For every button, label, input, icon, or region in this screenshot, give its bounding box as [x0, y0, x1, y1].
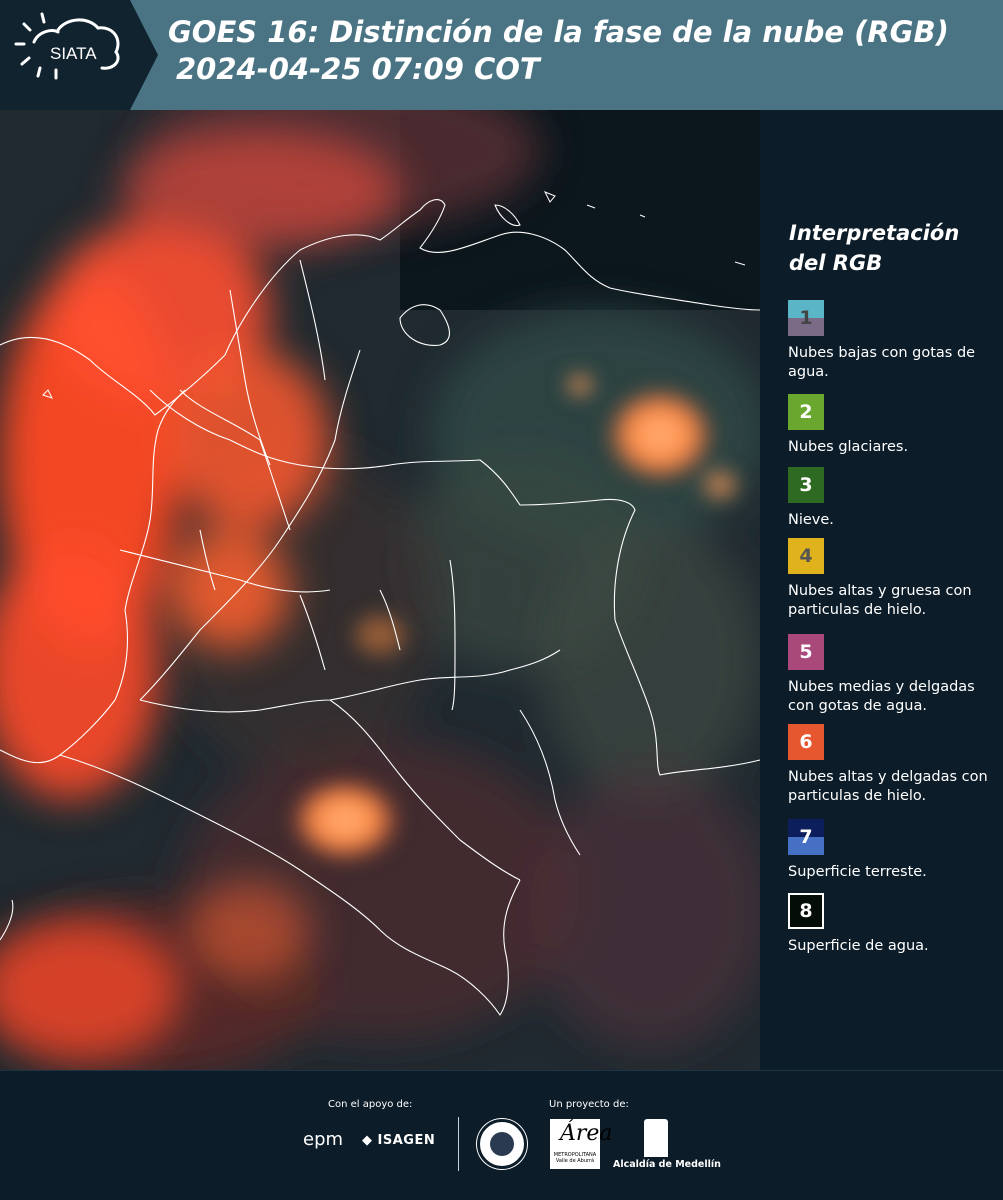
- legend-swatch-3: 3: [788, 467, 824, 503]
- title-line-2: 2024-04-25 07:09 COT: [176, 52, 540, 86]
- legend-item-1: 1 Nubes bajas con gotas de agua.: [788, 300, 1000, 382]
- legend-label-8: Superficie de agua.: [788, 938, 929, 954]
- legend-item-3: 3 Nieve.: [788, 467, 1000, 530]
- legend-item-5: 5 Nubes medias y delgadas con gotas de a…: [788, 634, 1000, 716]
- alcaldia-logo-text: Alcaldía de Medellín: [613, 1159, 721, 1170]
- legend-swatch-2: 2: [788, 394, 824, 430]
- legend-panel: Interpretación del RGB 1 Nubes bajas con…: [760, 110, 1003, 1070]
- legend-swatch-7: 7: [788, 819, 824, 855]
- legend-swatch-1: 1: [788, 300, 824, 336]
- svg-text:SIATA: SIATA: [50, 44, 97, 63]
- satellite-image: [0, 110, 760, 1070]
- sun-cloud-icon: SIATA: [14, 12, 120, 80]
- legend-label-3: Nieve.: [788, 512, 834, 528]
- medellin-seal-icon: [477, 1119, 527, 1169]
- legend-label-5: Nubes medias y delgadas con gotas de agu…: [788, 679, 975, 714]
- legend-item-8: 8 Superficie de agua.: [788, 893, 1000, 956]
- siata-logo: SIATA: [0, 0, 130, 110]
- legend-item-6: 6 Nubes altas y delgadas con particulas …: [788, 724, 1000, 806]
- page-title: GOES 16: Distinción de la fase de la nub…: [168, 14, 949, 88]
- legend-item-2: 2 Nubes glaciares.: [788, 394, 1000, 457]
- legend-swatch-6: 6: [788, 724, 824, 760]
- footer: Con el apoyo de: Un proyecto de: epm ◆ I…: [0, 1070, 1003, 1200]
- legend-title: Interpretación del RGB: [789, 221, 960, 275]
- epm-logo: epm: [303, 1129, 344, 1150]
- legend-item-7: 7 Superficie terreste.: [788, 819, 1000, 882]
- legend-label-4: Nubes altas y gruesa con particulas de h…: [788, 583, 972, 618]
- legend-swatch-5: 5: [788, 634, 824, 670]
- area-metropolitana-logo: Área METROPOLITANA Valle de Aburrá: [550, 1119, 613, 1169]
- legend-label-2: Nubes glaciares.: [788, 439, 909, 455]
- isagen-logo: ◆ ISAGEN: [362, 1133, 436, 1148]
- footer-divider: [458, 1117, 459, 1171]
- legend-label-6: Nubes altas y delgadas con particulas de…: [788, 769, 988, 804]
- legend-item-4: 4 Nubes altas y gruesa con particulas de…: [788, 538, 1000, 620]
- project-label: Un proyecto de:: [549, 1099, 629, 1110]
- legend-swatch-4: 4: [788, 538, 824, 574]
- alcaldia-shield-icon: [644, 1119, 668, 1157]
- title-line-1: GOES 16: Distinción de la fase de la nub…: [168, 15, 949, 49]
- legend-label-7: Superficie terreste.: [788, 864, 927, 880]
- legend-label-1: Nubes bajas con gotas de agua.: [788, 345, 976, 380]
- satellite-map: [0, 110, 760, 1070]
- support-label: Con el apoyo de:: [328, 1099, 413, 1110]
- header-bar: SIATA GOES 16: Distinción de la fase de …: [0, 0, 1003, 110]
- legend-swatch-8: 8: [788, 893, 824, 929]
